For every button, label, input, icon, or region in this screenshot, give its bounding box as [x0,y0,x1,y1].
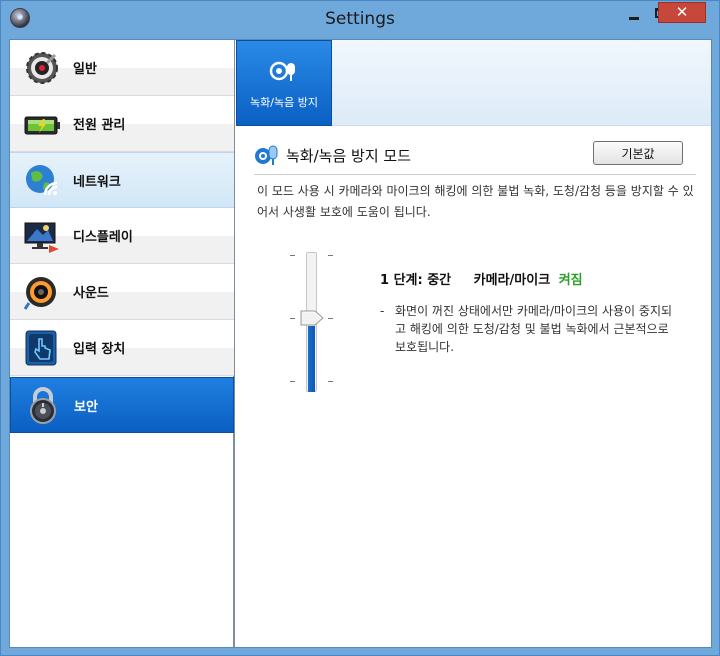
section-title: 녹화/녹음 방지 모드 [286,146,411,165]
close-icon: ✕ [675,3,689,21]
level-label: 1 단계: 중간 [380,273,452,288]
sidebar-item-label: 디스플레이 [73,230,133,245]
slider-tick [328,255,333,256]
close-button[interactable]: ✕ [658,2,706,23]
slider-fill [308,326,315,392]
device-label: 카메라/마이크 [473,273,551,288]
minimize-button[interactable] [621,2,647,24]
sidebar-item-label: 보안 [74,399,98,415]
sidebar-item-input-device[interactable]: 입력 장치 [10,320,234,376]
level-note: - 화면이 꺼진 상태에서만 카메라/마이크의 사용이 중지되고 해킹에 의한 … [380,302,680,356]
tab-strip: 녹화/녹음 방지 [236,40,711,126]
sidebar-item-label: 사운드 [73,286,109,301]
sidebar-item-label: 네트워크 [73,174,121,190]
padlock-icon [30,387,56,424]
note-bullet: - [380,304,385,318]
device-state: 켜짐 [558,273,583,288]
main-panel: 녹화/녹음 방지 녹화/녹음 방지 모드 기본값 이 모드 사용 시 카메라와 … [236,40,711,647]
camera-mic-icon [255,145,278,165]
slider-tick [290,318,295,319]
sidebar-item-label: 입력 장치 [73,342,126,357]
sidebar: 일반 전원 관리 네트워크 디스플레이 사운드 입력 장치 보안 [10,40,235,647]
tab-label: 녹화/녹음 방지 [250,96,318,109]
battery-icon [24,116,60,134]
sidebar-item-security[interactable]: 보안 [10,377,234,433]
slider-tick [328,318,333,319]
sidebar-item-display[interactable]: 디스플레이 [10,208,234,264]
speaker-gear-icon [26,51,58,84]
client-area: 일반 전원 관리 네트워크 디스플레이 사운드 입력 장치 보안 녹화/녹음 방… [9,39,712,648]
divider [254,174,696,175]
window-title: Settings [325,9,395,29]
level-status: 1 단계: 중간 카메라/마이크 켜짐 [380,269,583,288]
slider-tick [328,381,333,382]
sidebar-item-general[interactable]: 일반 [10,40,234,96]
slider-tick [290,381,295,382]
sidebar-item-network[interactable]: 네트워크 [10,152,234,208]
touch-hand-icon [25,330,57,365]
sidebar-item-sound[interactable]: 사운드 [10,264,234,320]
camera-mic-icon [269,61,295,81]
section-header: 녹화/녹음 방지 모드 [254,142,411,168]
mode-description: 이 모드 사용 시 카메라와 마이크의 해킹에 의한 불법 녹화, 도청/감청 … [257,184,694,219]
speaker-icon [23,276,56,310]
protection-level-slider[interactable] [288,252,338,394]
sidebar-item-power[interactable]: 전원 관리 [10,96,234,152]
minimize-icon [629,16,639,20]
sidebar-item-label: 전원 관리 [73,118,126,133]
note-text: 화면이 꺼진 상태에서만 카메라/마이크의 사용이 중지되고 해킹에 의한 도청… [395,304,673,354]
slider-thumb[interactable] [299,309,325,327]
tab-recording-protection[interactable]: 녹화/녹음 방지 [236,40,332,126]
title-bar[interactable]: Settings ✕ [1,1,719,38]
globe-wifi-icon [26,165,58,196]
sidebar-item-label: 일반 [73,62,97,77]
default-button[interactable]: 기본값 [593,141,683,165]
settings-window: Settings ✕ 일반 전원 관리 네트워크 디스플레이 사운드 입력 장치… [0,0,720,656]
monitor-icon [24,222,59,253]
slider-tick [290,255,295,256]
